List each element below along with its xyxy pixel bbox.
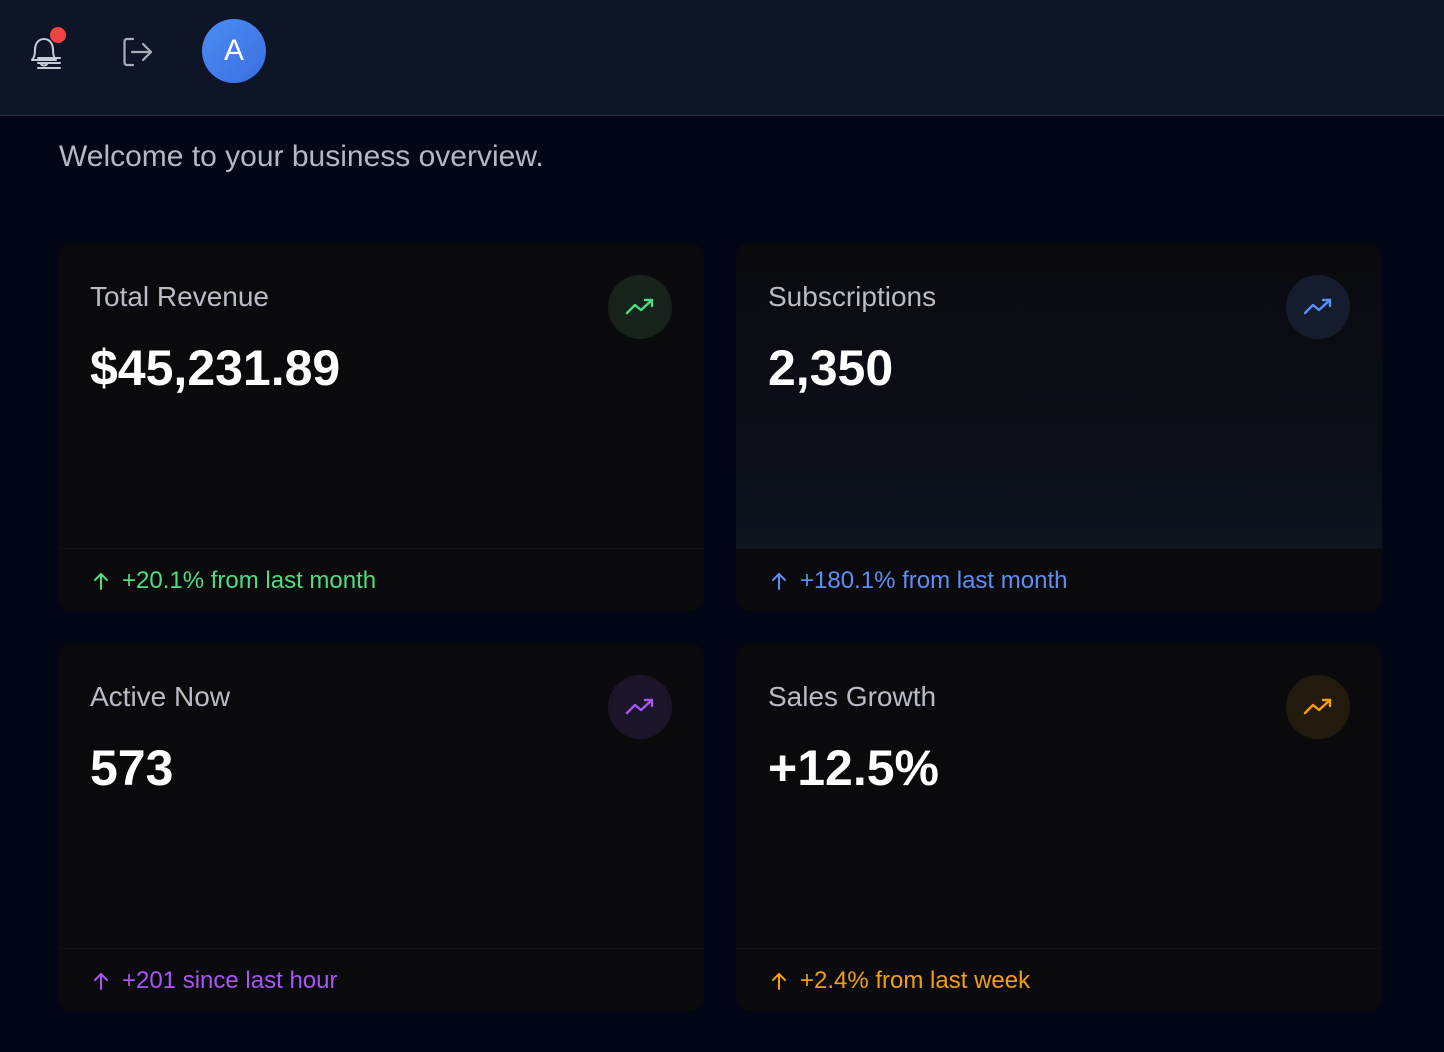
stat-card-sales-growth: Sales Growth +12.5% +2.4% from last week	[736, 643, 1382, 1011]
card-change: +2.4% from last week	[768, 967, 1030, 995]
card-change: +201 since last hour	[90, 967, 337, 995]
card-divider	[736, 548, 1382, 549]
logout-icon[interactable]	[118, 32, 158, 72]
card-divider	[58, 948, 704, 949]
card-label: Subscriptions	[768, 281, 937, 312]
arrow-up-icon	[772, 973, 786, 990]
card-change-text: +201 since last hour	[122, 967, 338, 994]
card-label: Sales Growth	[768, 681, 937, 712]
arrow-up-icon	[94, 573, 108, 590]
card-value: 2,350	[768, 340, 894, 396]
card-divider	[58, 548, 704, 549]
trending-up-icon	[608, 675, 672, 739]
stat-card-total-revenue: Total Revenue $45,231.89 +20.1% from las…	[58, 243, 704, 611]
card-change: +180.1% from last month	[768, 567, 1067, 595]
card-value: 573	[90, 740, 174, 796]
card-change: +20.1% from last month	[90, 567, 376, 595]
stat-card-active-now: Active Now 573 +201 since last hour	[58, 643, 704, 1011]
user-avatar[interactable]: A	[202, 19, 266, 83]
page-subtitle: Welcome to your business overview.	[59, 140, 544, 173]
top-bar: A	[0, 0, 1444, 116]
trending-up-icon	[608, 275, 672, 339]
card-divider	[736, 948, 1382, 949]
dashboard-page: Dashboard Welcome to your business overv…	[0, 0, 1444, 1052]
card-value: $45,231.89	[90, 340, 341, 396]
card-change-text: +20.1% from last month	[122, 567, 377, 594]
arrow-up-icon	[772, 573, 786, 590]
arrow-up-icon	[94, 973, 108, 990]
stat-card-subscriptions: Subscriptions 2,350 +180.1% from last mo…	[736, 243, 1382, 611]
card-change-text: +2.4% from last week	[800, 967, 1031, 994]
card-label: Total Revenue	[90, 281, 270, 312]
card-change-text: +180.1% from last month	[800, 567, 1068, 594]
trending-up-icon	[1286, 675, 1350, 739]
card-value: +12.5%	[768, 740, 939, 796]
card-label: Active Now	[90, 681, 231, 712]
trending-up-icon	[1286, 275, 1350, 339]
notification-dot	[50, 27, 66, 43]
